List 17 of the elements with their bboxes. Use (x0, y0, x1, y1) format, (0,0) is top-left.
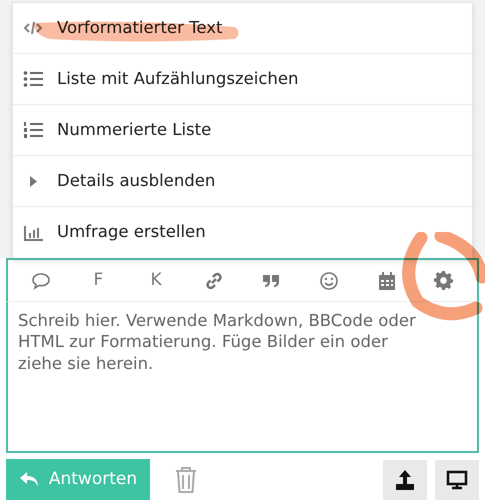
menu-item[interactable]: Liste mit Aufzählungszeichen (13, 54, 472, 105)
preview-button[interactable] (435, 460, 479, 500)
reply-arrow-icon (18, 470, 39, 488)
numbered-list-icon (23, 121, 43, 139)
menu-item[interactable]: Nummerierte Liste (13, 105, 472, 156)
menu-item[interactable]: Details ausblenden (13, 156, 472, 207)
upload-button[interactable] (383, 460, 427, 500)
format-button[interactable]: F (78, 262, 118, 298)
bar-chart-icon (23, 224, 43, 242)
menu-item[interactable]: Umfrage erstellen (13, 207, 472, 258)
bullet-list-icon (23, 70, 43, 88)
caret-right-icon (30, 176, 37, 186)
monitor-icon (446, 470, 468, 490)
editor-textarea[interactable]: Schreib hier. Verwende Markdown, BBCode oder HTML zur Formatierung. Füge Bilder ein oder ziehe sie herein. (6, 302, 479, 453)
trash-icon[interactable] (174, 466, 198, 494)
upload-icon (394, 468, 416, 490)
format-button[interactable]: K (136, 262, 176, 298)
